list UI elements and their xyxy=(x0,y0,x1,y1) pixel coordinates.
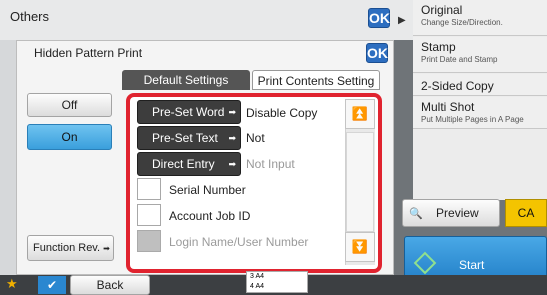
start-label: Start xyxy=(459,258,485,272)
others-ok-button[interactable]: OK xyxy=(368,8,390,28)
preview-icon: 🔍 xyxy=(409,208,423,220)
back-button[interactable]: Back xyxy=(70,275,150,295)
login-name-checkbox xyxy=(137,230,161,252)
pre-set-word-button[interactable]: Pre-Set Word ➡ xyxy=(137,100,241,124)
ca-button[interactable]: CA xyxy=(505,199,547,227)
check-icon[interactable]: ✔ xyxy=(38,276,66,294)
pre-set-word-value: Disable Copy xyxy=(246,106,318,120)
tab-default-settings[interactable]: Default Settings xyxy=(122,70,250,90)
menu-item-label: Multi Shot xyxy=(421,100,475,114)
arrow-right-icon: ➡ xyxy=(103,244,110,253)
function-rev-button[interactable]: Function Rev. ➡ xyxy=(27,235,114,261)
direct-entry-button[interactable]: Direct Entry ➡ xyxy=(137,152,241,176)
button-label: Pre-Set Text xyxy=(152,131,218,145)
account-job-id-checkbox[interactable] xyxy=(137,204,161,226)
menu-item-label: Stamp xyxy=(421,40,456,54)
dialog-ok-button[interactable]: OK xyxy=(366,43,388,63)
dialog-title: Hidden Pattern Print xyxy=(34,46,143,60)
menu-item-sub: Print Date and Stamp xyxy=(421,55,498,64)
direct-entry-value: Not Input xyxy=(246,157,295,171)
account-job-id-label: Account Job ID xyxy=(169,209,251,223)
menu-item-label: Original xyxy=(421,3,463,17)
arrow-right-icon: ➡ xyxy=(228,133,236,143)
menu-item-original[interactable]: Original Change Size/Direction. xyxy=(413,0,547,36)
serial-number-label: Serial Number xyxy=(169,183,246,197)
preview-button[interactable]: 🔍 Preview xyxy=(402,199,500,227)
screen-title: Others xyxy=(10,9,50,24)
button-label: Pre-Set Word xyxy=(152,105,225,119)
preview-label: Preview xyxy=(436,206,479,220)
scroll-bottom-icon[interactable]: ⏬ xyxy=(345,232,375,262)
menu-item-2-sided-copy[interactable]: 2-Sided Copy xyxy=(413,74,547,96)
on-button[interactable]: On xyxy=(27,124,112,150)
off-button[interactable]: Off xyxy=(27,93,112,117)
tray-status: 3 A4 4 A4 xyxy=(246,271,308,293)
start-icon xyxy=(413,251,437,275)
star-icon[interactable]: ★ xyxy=(6,276,18,292)
tab-print-contents-setting[interactable]: Print Contents Setting xyxy=(252,70,380,90)
arrow-right-icon: ➡ xyxy=(228,159,236,169)
tray-row: 4 A4 xyxy=(250,283,265,290)
menu-item-stamp[interactable]: Stamp Print Date and Stamp xyxy=(413,37,547,73)
expand-arrow-icon[interactable]: ▶ xyxy=(398,15,406,26)
menu-item-multi-shot[interactable]: Multi Shot Put Multiple Pages in A Page xyxy=(413,97,547,129)
arrow-right-icon: ➡ xyxy=(228,107,236,117)
pre-set-text-button[interactable]: Pre-Set Text ➡ xyxy=(137,126,241,150)
login-name-label: Login Name/User Number xyxy=(169,235,309,249)
menu-item-label: 2-Sided Copy xyxy=(421,79,494,93)
scroll-thumb[interactable] xyxy=(346,132,374,232)
menu-item-sub: Put Multiple Pages in A Page xyxy=(421,115,524,124)
scroll-top-icon[interactable]: ⏫ xyxy=(345,99,375,129)
pre-set-text-value: Not xyxy=(246,131,265,145)
function-rev-label: Function Rev. xyxy=(33,242,101,254)
tray-row: 3 A4 xyxy=(250,273,265,280)
menu-item-sub: Change Size/Direction. xyxy=(421,18,503,27)
serial-number-checkbox[interactable] xyxy=(137,178,161,200)
left-strip xyxy=(0,40,16,275)
button-label: Direct Entry xyxy=(152,157,215,171)
